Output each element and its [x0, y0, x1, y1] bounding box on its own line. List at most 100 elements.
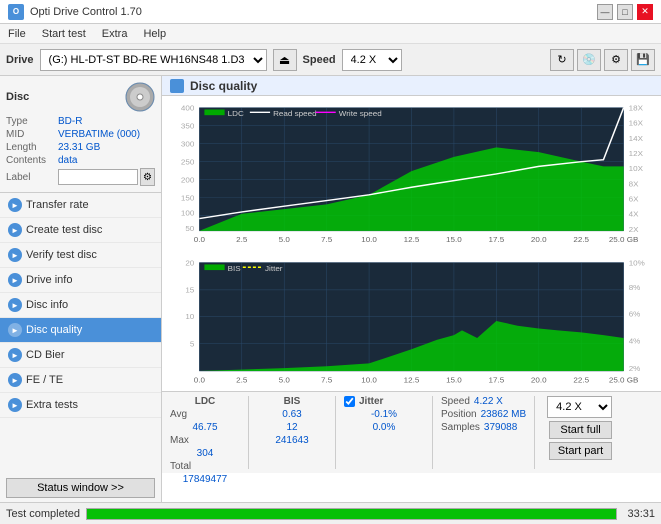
nav-cd-bier[interactable]: ► CD Bier — [0, 343, 161, 368]
create-test-disc-icon: ► — [8, 223, 22, 237]
disc-info-icon: ► — [8, 298, 22, 312]
nav-drive-info[interactable]: ► Drive info — [0, 268, 161, 293]
divider-1 — [248, 396, 249, 469]
svg-text:10.0: 10.0 — [361, 235, 377, 244]
disc-label-button[interactable]: ⚙ — [140, 168, 155, 186]
ldc-header: LDC — [170, 396, 240, 407]
svg-text:20.0: 20.0 — [531, 235, 547, 244]
svg-text:10: 10 — [185, 312, 195, 321]
charts-container: 400 350 300 250 200 150 100 50 18X 16X 1… — [162, 96, 661, 502]
svg-text:18X: 18X — [629, 104, 644, 113]
svg-text:400: 400 — [181, 104, 195, 113]
disc-info-panel: Disc Type BD-R MID VERBATIMe (000) Lengt… — [0, 76, 161, 193]
svg-text:200: 200 — [181, 176, 195, 185]
disc-mid-row: MID VERBATIMe (000) — [6, 129, 155, 140]
svg-text:22.5: 22.5 — [573, 376, 589, 385]
drive-label: Drive — [6, 54, 34, 66]
main-area: Disc Type BD-R MID VERBATIMe (000) Lengt… — [0, 76, 661, 502]
close-button[interactable]: ✕ — [637, 4, 653, 20]
start-part-button[interactable]: Start part — [549, 442, 612, 460]
svg-text:25.0 GB: 25.0 GB — [609, 376, 639, 385]
menu-start-test[interactable]: Start test — [38, 27, 90, 41]
menu-help[interactable]: Help — [139, 27, 170, 41]
menu-extra[interactable]: Extra — [98, 27, 132, 41]
nav-disc-quality-label: Disc quality — [26, 324, 82, 336]
minimize-button[interactable]: — — [597, 4, 613, 20]
status-text: Test completed — [6, 508, 80, 520]
disc-label-row: Label ⚙ — [6, 168, 155, 186]
disc-contents-row: Contents data — [6, 155, 155, 166]
progress-bar-container — [86, 508, 617, 520]
drivebar: Drive (G:) HL-DT-ST BD-RE WH16NS48 1.D3 … — [0, 44, 661, 76]
svg-text:16X: 16X — [629, 119, 644, 128]
ldc-total: 17849477 — [170, 474, 240, 485]
statusbar: Test completed 33:31 — [0, 502, 661, 524]
disc-type-value: BD-R — [58, 116, 82, 127]
titlebar-left: O Opti Drive Control 1.70 — [8, 4, 142, 20]
status-time: 33:31 — [627, 508, 655, 520]
right-controls: 4.2 X Start full Start part — [547, 396, 612, 460]
svg-text:50: 50 — [185, 224, 195, 233]
svg-text:150: 150 — [181, 194, 195, 203]
svg-text:300: 300 — [181, 140, 195, 149]
settings-icon[interactable]: ⚙ — [604, 49, 628, 71]
disc-label-input[interactable] — [58, 169, 138, 185]
drive-select[interactable]: (G:) HL-DT-ST BD-RE WH16NS48 1.D3 — [40, 49, 267, 71]
disc-mid-value: VERBATIMe (000) — [58, 129, 140, 140]
start-full-button[interactable]: Start full — [549, 421, 612, 439]
start-buttons: Start full Start part — [549, 421, 612, 460]
position-row: Position 23862 MB — [441, 409, 526, 420]
nav-fe-te[interactable]: ► FE / TE — [0, 368, 161, 393]
verify-test-disc-icon: ► — [8, 248, 22, 262]
jitter-checkbox[interactable] — [344, 396, 355, 407]
bis-col: BIS 0.63 12 241643 — [257, 396, 327, 446]
svg-text:10%: 10% — [629, 259, 645, 268]
svg-text:10X: 10X — [629, 164, 644, 173]
svg-text:250: 250 — [181, 158, 195, 167]
test-speed-select[interactable]: 4.2 X — [547, 396, 612, 418]
app-title: Opti Drive Control 1.70 — [30, 6, 142, 18]
status-window-button[interactable]: Status window >> — [6, 478, 155, 498]
speed-label: Speed — [303, 54, 336, 66]
bis-avg: 0.63 — [257, 409, 327, 420]
nav-create-test-disc[interactable]: ► Create test disc — [0, 218, 161, 243]
top-chart-svg: 400 350 300 250 200 150 100 50 18X 16X 1… — [164, 100, 659, 247]
disc-type-label: Type — [6, 116, 58, 127]
eject-button[interactable]: ⏏ — [273, 49, 297, 71]
svg-text:22.5: 22.5 — [573, 235, 589, 244]
progress-bar-fill — [87, 509, 616, 519]
save-icon[interactable]: 💾 — [631, 49, 655, 71]
nav-extra-tests[interactable]: ► Extra tests — [0, 393, 161, 418]
menubar: File Start test Extra Help — [0, 24, 661, 44]
titlebar: O Opti Drive Control 1.70 — □ ✕ — [0, 0, 661, 24]
svg-text:10.0: 10.0 — [361, 376, 377, 385]
bis-total: 241643 — [257, 435, 327, 446]
speed-select[interactable]: 4.2 X — [342, 49, 402, 71]
top-chart-wrapper: 400 350 300 250 200 150 100 50 18X 16X 1… — [162, 96, 661, 251]
nav-items: ► Transfer rate ► Create test disc ► Ver… — [0, 193, 161, 418]
svg-text:15: 15 — [185, 286, 195, 295]
chart-header: Disc quality — [162, 76, 661, 96]
maximize-button[interactable]: □ — [617, 4, 633, 20]
disc-icon[interactable]: 💿 — [577, 49, 601, 71]
svg-text:4%: 4% — [629, 337, 641, 346]
nav-disc-info[interactable]: ► Disc info — [0, 293, 161, 318]
samples-row: Samples 379088 — [441, 422, 526, 433]
nav-verify-test-disc[interactable]: ► Verify test disc — [0, 243, 161, 268]
refresh-icon[interactable]: ↻ — [550, 49, 574, 71]
jitter-max: 0.0% — [344, 422, 424, 433]
menu-file[interactable]: File — [4, 27, 30, 41]
max-label: Max — [170, 435, 240, 446]
disc-length-label: Length — [6, 142, 58, 153]
disc-panel-title: Disc — [6, 91, 29, 103]
nav-disc-quality[interactable]: ► Disc quality — [0, 318, 161, 343]
divider-4 — [534, 396, 535, 469]
disc-length-row: Length 23.31 GB — [6, 142, 155, 153]
bottom-chart-wrapper: 20 15 10 5 10% 8% 6% 4% 2% 0.0 2.5 5.0 7… — [162, 251, 661, 391]
nav-transfer-rate[interactable]: ► Transfer rate — [0, 193, 161, 218]
svg-text:Write speed: Write speed — [339, 109, 382, 118]
svg-text:2.5: 2.5 — [236, 376, 248, 385]
samples-value: 379088 — [484, 422, 517, 433]
svg-text:Read speed: Read speed — [273, 109, 317, 118]
ldc-max: 304 — [170, 448, 240, 459]
